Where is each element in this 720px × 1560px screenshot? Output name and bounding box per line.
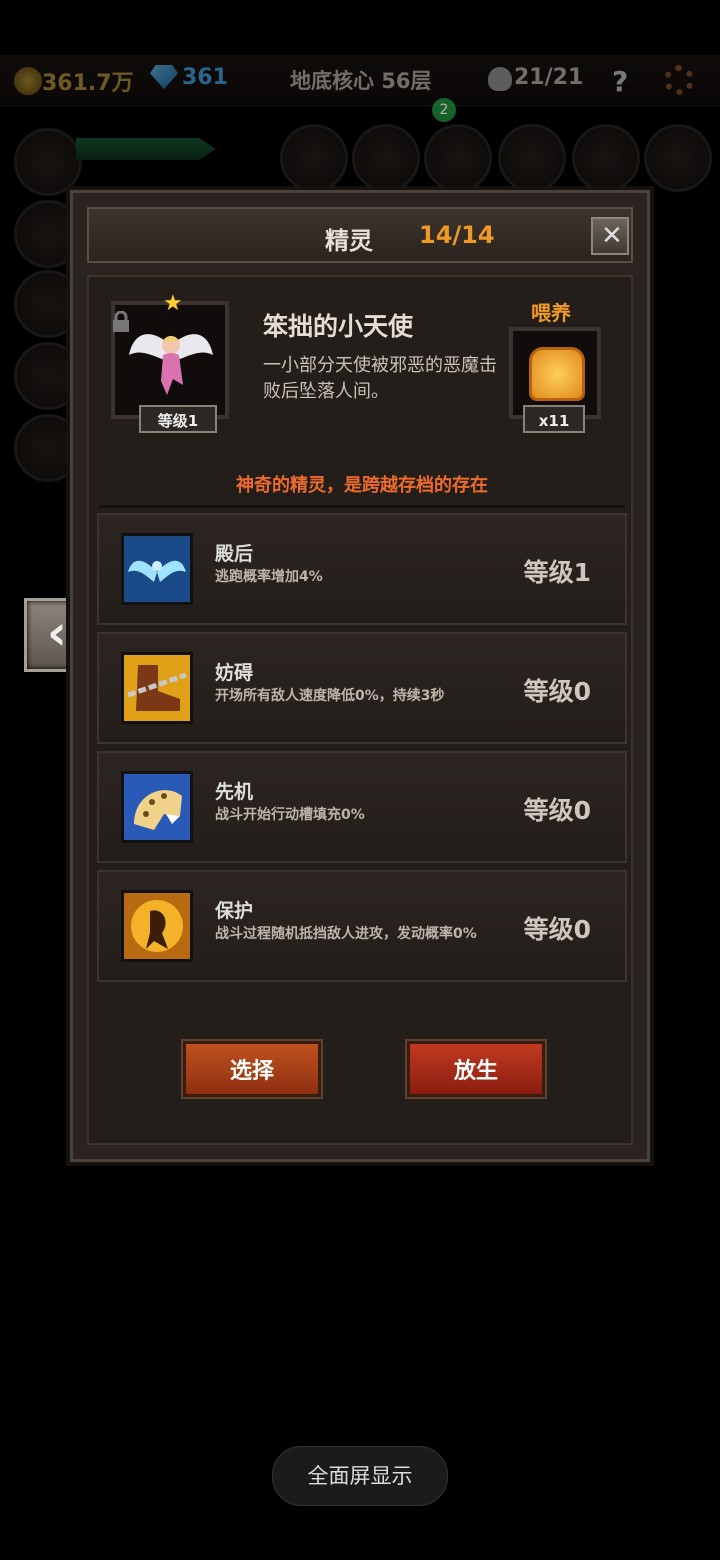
hp-bar [76, 138, 216, 160]
skill-description: 战斗过程随机抵挡敌人进攻，发动概率0% [215, 926, 477, 942]
item-slot [280, 124, 348, 192]
skill-name: 保护 [215, 900, 254, 922]
skill-level: 等级0 [523, 915, 591, 944]
close-button[interactable]: ✕ [591, 217, 629, 255]
skill-row[interactable]: 殿后 逃跑概率增加4% 等级1 [97, 513, 627, 625]
gem-icon [150, 65, 178, 89]
dialog-header: 精灵 14/14 ✕ [87, 207, 633, 263]
spirit-name: 笨拙的小天使 [263, 312, 414, 341]
help-button[interactable]: ? [612, 65, 628, 98]
skill-level: 等级0 [523, 796, 591, 825]
spirit-dialog: 精灵 14/14 ✕ ★ 等级1 笨拙的小天使 一小部分天使被邪恶的恶魔击败后坠… [70, 190, 650, 1162]
skill-description: 开场所有敌人速度降低0%，持续3秒 [215, 688, 445, 704]
select-button[interactable]: 选择 [183, 1041, 321, 1097]
item-slot [424, 124, 492, 192]
shield-figure-icon [121, 890, 193, 962]
skill-level: 等级0 [523, 677, 591, 706]
skill-description: 战斗开始行动槽填充0% [215, 807, 365, 823]
wings-icon [121, 533, 193, 605]
spirit-portrait[interactable]: ★ [111, 291, 229, 419]
bread-icon [529, 347, 585, 401]
flavor-text: 神奇的精灵，是跨越存档的存在 [236, 475, 488, 496]
gem-amount: 361 [182, 65, 228, 90]
leopard-icon [121, 771, 193, 843]
item-slot [572, 124, 640, 192]
close-icon: ✕ [601, 221, 623, 251]
kill-count: 21/21 [514, 65, 584, 90]
dialog-body: ★ 等级1 笨拙的小天使 一小部分天使被邪恶的恶魔击败后坠落人间。 喂养 x11… [87, 275, 633, 1145]
item-slot [644, 124, 712, 192]
skill-description: 逃跑概率增加4% [215, 569, 323, 585]
skill-row[interactable]: 先机 战斗开始行动槽填充0% 等级0 [97, 751, 627, 863]
gold-amount: 361.7万 [42, 71, 134, 96]
skill-row[interactable]: 保护 战斗过程随机抵挡敌人进攻，发动概率0% 等级0 [97, 870, 627, 982]
divider [99, 505, 625, 508]
skull-icon [488, 67, 512, 91]
gear-icon[interactable] [664, 65, 694, 95]
release-button[interactable]: 放生 [407, 1041, 545, 1097]
gold-coin-icon [14, 67, 42, 95]
skill-level: 等级1 [523, 558, 591, 587]
spirit-description: 一小部分天使被邪恶的恶魔击败后坠落人间。 [263, 355, 497, 402]
skill-name: 先机 [215, 781, 254, 803]
spirit-count: 14/14 [419, 221, 495, 249]
feed-count: x11 [523, 405, 585, 433]
location-label: 地底核心 56层 [290, 69, 432, 93]
star-icon: ★ [163, 291, 183, 316]
fullscreen-toast[interactable]: 全面屏显示 [272, 1446, 448, 1506]
item-slot [498, 124, 566, 192]
dialog-title: 精灵 [325, 227, 373, 255]
status-bar: 361.7万 361 地底核心 56层 21/21 ? [0, 55, 720, 106]
notification-badge: 2 [432, 98, 456, 122]
feed-label: 喂养 [531, 301, 571, 325]
chevron-left-icon: ‹ [47, 605, 67, 661]
level-tag: 等级1 [139, 405, 217, 433]
angel-icon [129, 334, 213, 395]
item-slot [352, 124, 420, 192]
skill-name: 妨碍 [215, 662, 254, 684]
skill-name: 殿后 [215, 543, 254, 565]
hero-portrait [14, 128, 82, 196]
chained-boot-icon [121, 652, 193, 724]
skill-row[interactable]: 妨碍 开场所有敌人速度降低0%，持续3秒 等级0 [97, 632, 627, 744]
